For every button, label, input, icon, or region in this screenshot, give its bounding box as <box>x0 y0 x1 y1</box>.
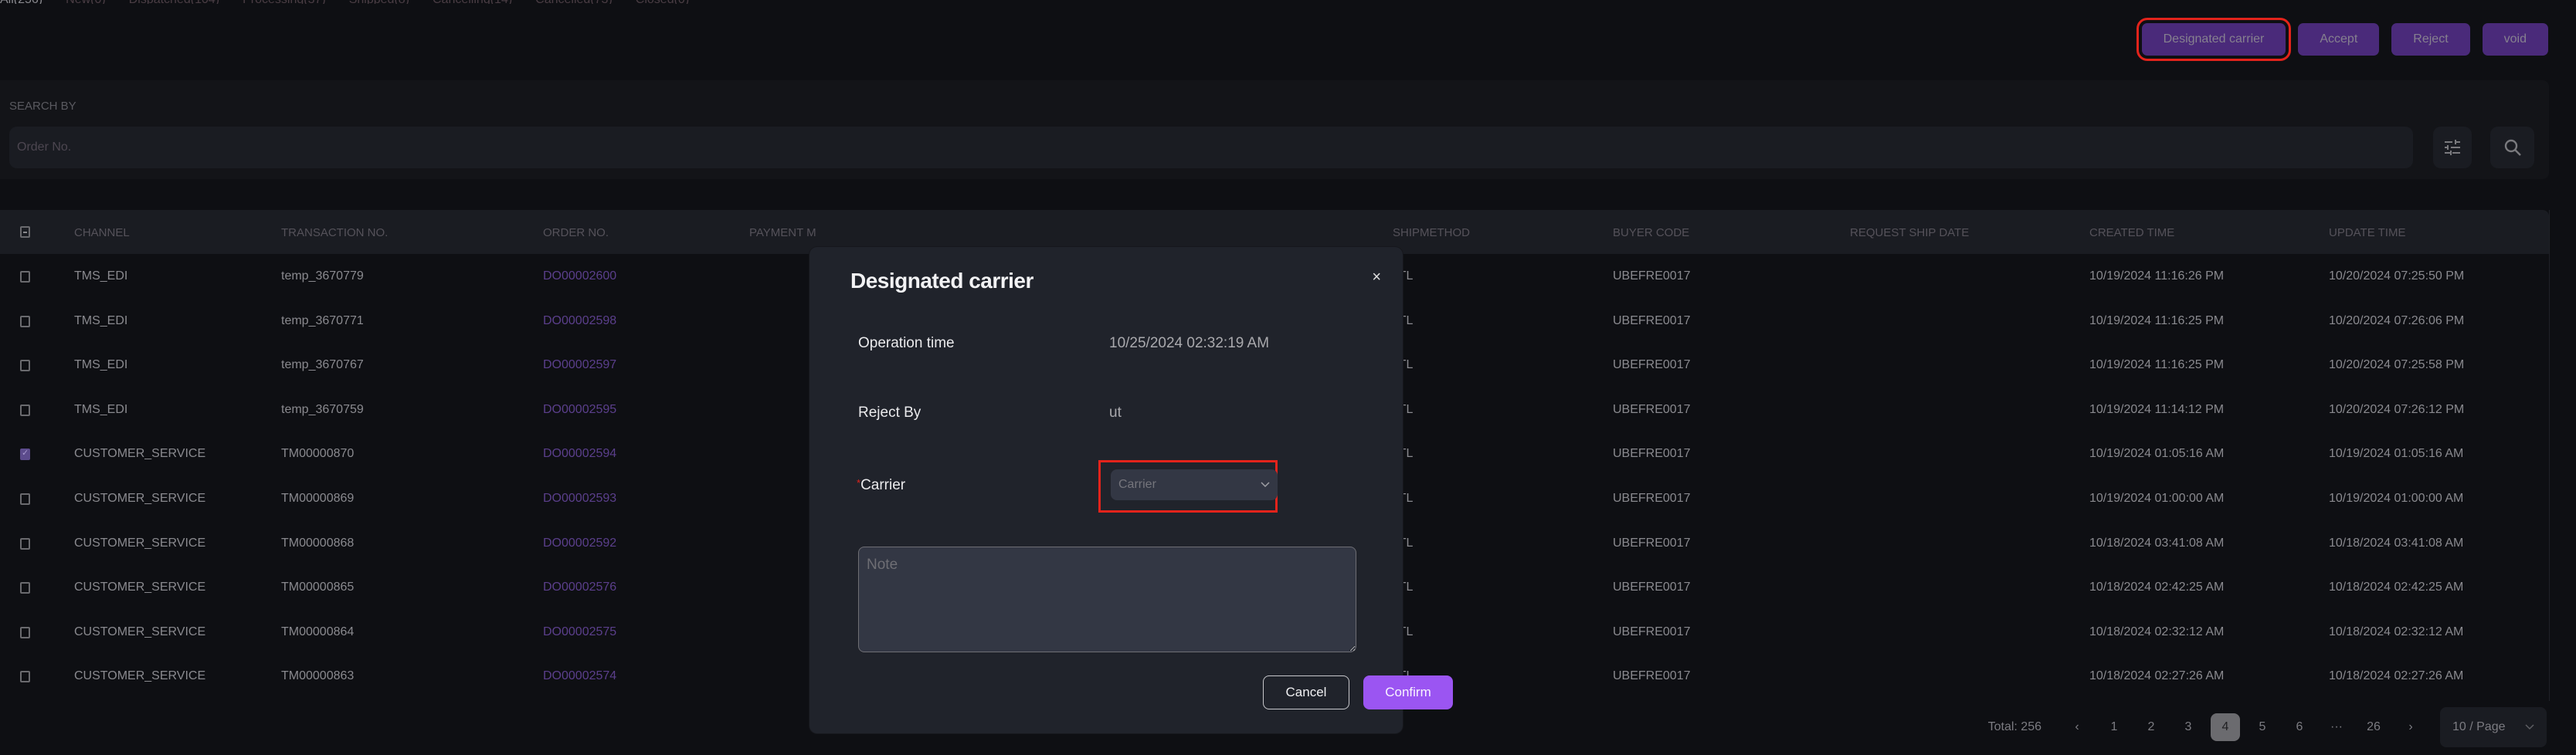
carrier-label: *Carrier <box>857 477 905 494</box>
note-textarea[interactable] <box>858 547 1356 652</box>
close-icon[interactable]: × <box>1372 269 1381 286</box>
carrier-placeholder: Carrier <box>1118 478 1156 491</box>
cancel-button[interactable]: Cancel <box>1263 675 1349 709</box>
dialog-title: Designated carrier <box>850 269 1033 293</box>
reject-by-value: ut <box>1109 405 1122 421</box>
reject-by-label: Reject By <box>858 405 921 421</box>
confirm-button[interactable]: Confirm <box>1363 675 1453 709</box>
designated-carrier-dialog: Designated carrier × Operation time 10/2… <box>809 247 1453 733</box>
operation-time-value: 10/25/2024 02:32:19 AM <box>1109 335 1270 351</box>
carrier-label-text: Carrier <box>860 477 906 493</box>
carrier-select[interactable]: Carrier <box>1111 469 1278 500</box>
operation-time-label: Operation time <box>858 335 955 351</box>
chevron-down-icon <box>1261 482 1270 488</box>
